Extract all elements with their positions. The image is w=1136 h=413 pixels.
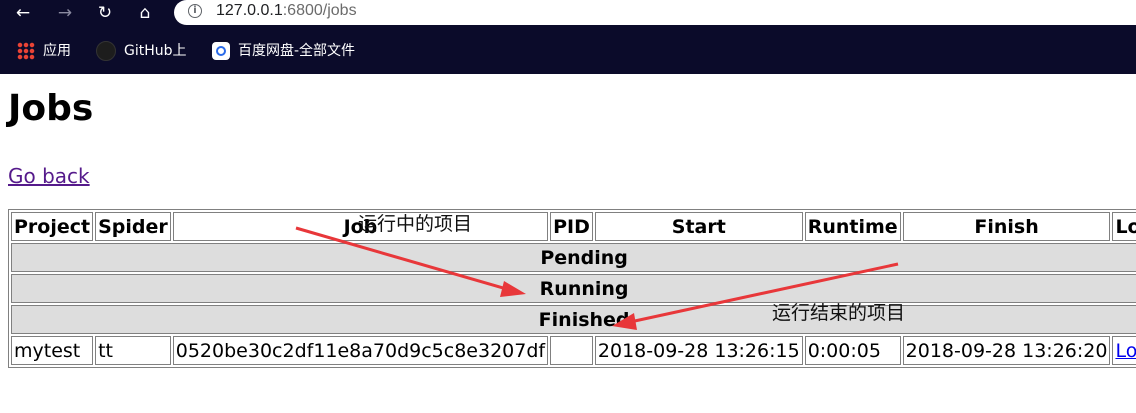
address-bar[interactable]: i 127.0.0.1:6800/jobs bbox=[174, 0, 1136, 25]
cell-runtime: 0:00:05 bbox=[804, 336, 901, 365]
back-arrow-icon[interactable]: ← bbox=[10, 1, 36, 25]
running-annotation: 运行中的项目 bbox=[358, 213, 473, 235]
pending-section-row: Pending bbox=[11, 243, 1136, 272]
bookmark-label: GitHub上 bbox=[124, 43, 187, 59]
bookmark-label: 应用 bbox=[43, 43, 71, 59]
col-runtime: Runtime bbox=[804, 212, 901, 241]
running-section-header: Running bbox=[11, 274, 1136, 303]
finished-annotation: 运行结束的项目 bbox=[772, 302, 906, 324]
forward-arrow-icon[interactable]: → bbox=[52, 1, 78, 25]
finished-section-row: Finished bbox=[11, 305, 1136, 334]
cell-project: mytest bbox=[11, 336, 94, 365]
bookmark-baidu-pan[interactable]: 百度网盘-全部文件 bbox=[212, 39, 355, 63]
cell-spider: tt bbox=[95, 336, 171, 365]
jobs-table: Project Spider Job PID Start Runtime Fin… bbox=[8, 209, 1136, 368]
table-row: mytest tt 0520be30c2df11e8a70d9c5c8e3207… bbox=[11, 336, 1136, 365]
cell-log: Log bbox=[1112, 336, 1136, 365]
header-row: Project Spider Job PID Start Runtime Fin… bbox=[11, 212, 1136, 241]
github-icon bbox=[96, 41, 116, 61]
info-icon[interactable]: i bbox=[188, 4, 202, 18]
bookmark-github[interactable]: GitHub上 bbox=[96, 39, 187, 63]
bookmark-label: 百度网盘-全部文件 bbox=[238, 43, 356, 59]
col-pid: PID bbox=[550, 212, 593, 241]
page-content: Jobs Go back Project Spider Job PID Star… bbox=[0, 74, 1136, 413]
url-text[interactable]: 127.0.0.1:6800/jobs bbox=[216, 2, 357, 20]
go-back-link[interactable]: Go back bbox=[8, 164, 90, 188]
browser-toolbar: ← → ↻ ⌂ i 127.0.0.1:6800/jobs bbox=[0, 0, 1136, 28]
cell-finish: 2018-09-28 13:26:20 bbox=[902, 336, 1111, 365]
col-finish: Finish bbox=[902, 212, 1111, 241]
col-project: Project bbox=[11, 212, 94, 241]
log-link[interactable]: Log bbox=[1115, 340, 1136, 362]
col-start: Start bbox=[594, 212, 803, 241]
bookmarks-bar: 应用 GitHub上 百度网盘-全部文件 bbox=[0, 28, 1136, 74]
col-log: Log bbox=[1112, 212, 1136, 241]
apps-grid-icon bbox=[17, 42, 35, 60]
url-host: 127.0.0.1 bbox=[216, 2, 283, 19]
bookmark-apps[interactable]: 应用 bbox=[17, 39, 71, 63]
page-title: Jobs bbox=[8, 88, 94, 129]
pending-section-header: Pending bbox=[11, 243, 1136, 272]
reload-icon[interactable]: ↻ bbox=[92, 1, 118, 25]
finished-section-header: Finished bbox=[11, 305, 1136, 334]
col-spider: Spider bbox=[95, 212, 171, 241]
url-path: :6800/jobs bbox=[282, 2, 357, 19]
running-section-row: Running bbox=[11, 274, 1136, 303]
baidu-pan-icon bbox=[212, 42, 230, 60]
cell-pid bbox=[550, 336, 593, 365]
cell-start: 2018-09-28 13:26:15 bbox=[594, 336, 803, 365]
home-icon[interactable]: ⌂ bbox=[132, 1, 158, 25]
cell-job: 0520be30c2df11e8a70d9c5c8e3207df bbox=[172, 336, 549, 365]
